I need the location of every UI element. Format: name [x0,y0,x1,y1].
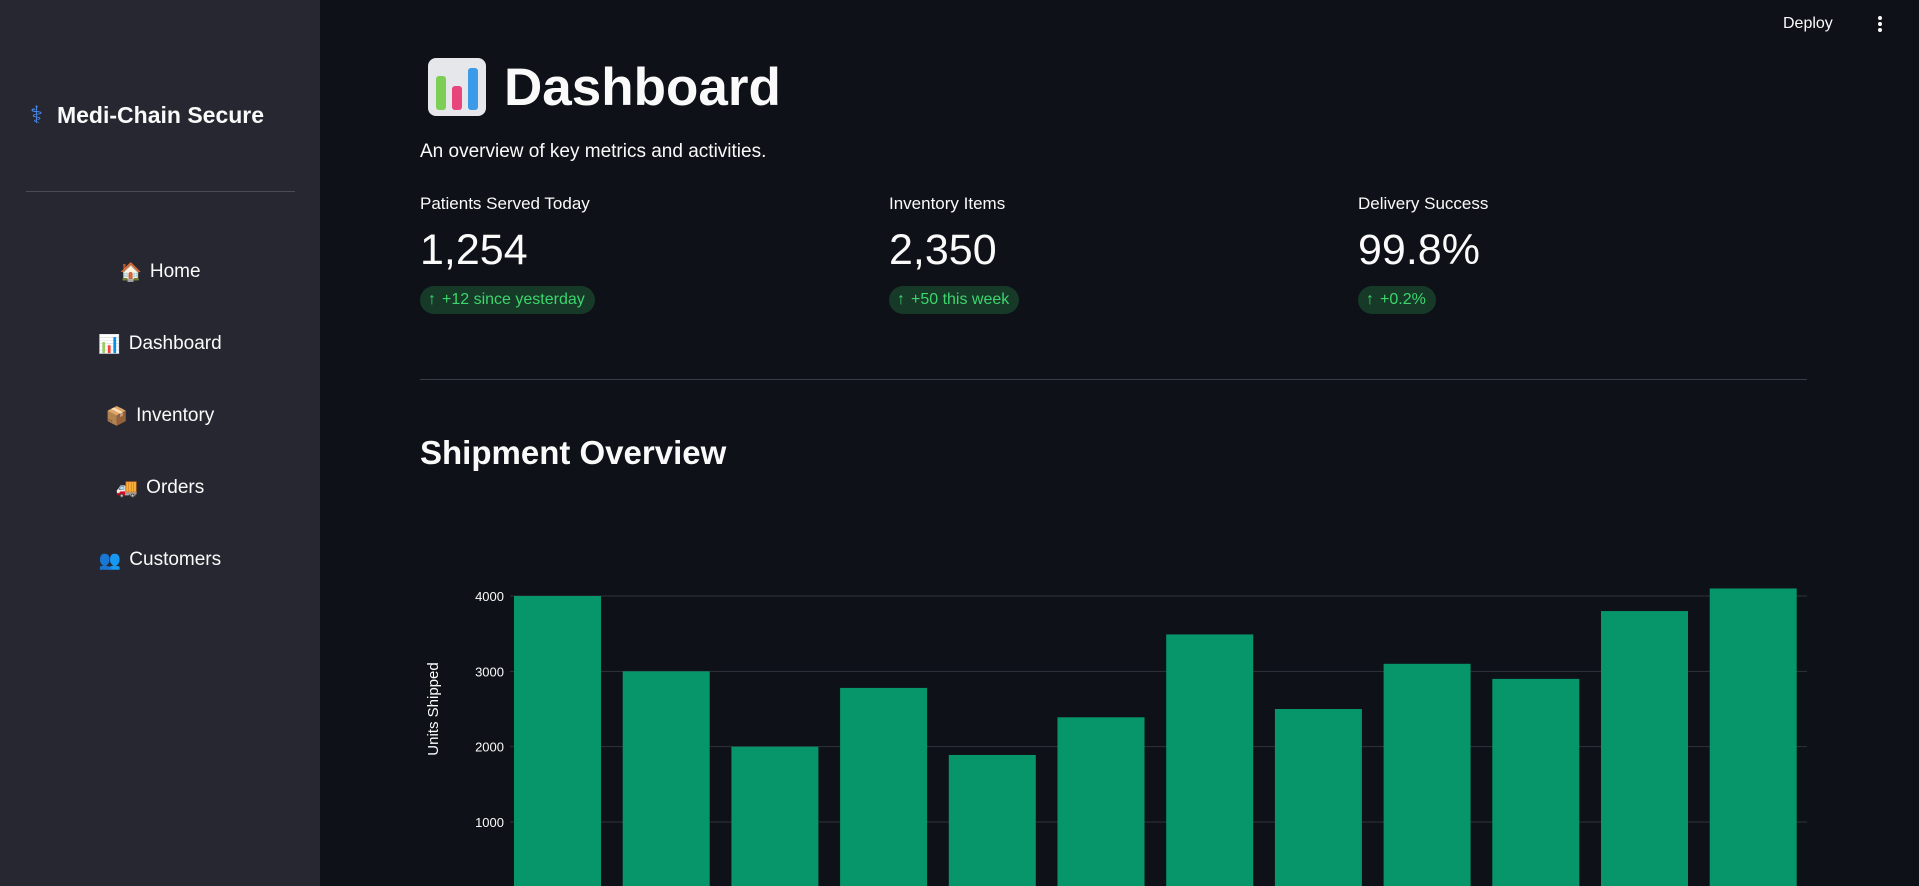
brand-name: Medi-Chain Secure [56,101,265,128]
metric-patients: Patients Served Today 1,254 ↑ +12 since … [420,194,840,314]
sidebar-item-customers[interactable]: 👥 Customers [0,524,320,596]
bar [1274,709,1362,886]
bar-chart-icon: 📊 [98,333,121,354]
brand: ⚕ Medi-Chain Secure [30,98,264,132]
sidebar-item-label: Customers [129,549,222,570]
truck-icon: 🚚 [115,477,139,498]
y-tick-label: 2000 [475,740,504,755]
deploy-button[interactable]: Deploy [1783,10,1833,38]
bar [514,596,601,886]
metric-delta: ↑ +50 this week [889,286,1020,314]
section-title: Shipment Overview [420,434,727,471]
y-axis-label: Units Shipped [425,662,442,755]
package-icon: 📦 [105,405,129,426]
y-tick-label: 3000 [475,664,504,679]
metric-label: Patients Served Today [420,194,590,213]
metric-delta-text: +12 since yesterday [442,291,585,308]
arrow-up-icon: ↑ [897,291,905,308]
shipment-chart: 1000 2000 3000 4000 Units Shipped [420,560,1807,886]
page-subtitle: An overview of key metrics and activitie… [420,141,767,162]
sidebar-item-home[interactable]: 🏠 Home [0,236,320,308]
metric-label: Inventory Items [889,194,1006,213]
sidebar-item-label: Orders [146,477,205,498]
metric-delta-text: +0.2% [1380,291,1426,308]
page-title: Dashboard [428,52,781,122]
shipment-bar-chart: 1000 2000 3000 4000 Units Shipped [425,588,1807,886]
caduceus-icon: ⚕ [30,101,43,129]
arrow-up-icon: ↑ [428,291,436,308]
metric-inventory: Inventory Items 2,350 ↑ +50 this week [889,194,1309,314]
users-icon: 👥 [98,549,122,570]
bar [731,746,819,886]
house-icon: 🏠 [119,261,142,282]
metric-delta-text: +50 this week [911,291,1010,308]
bar [622,671,710,886]
bar [1383,663,1471,886]
sidebar-item-label: Home [149,261,201,282]
bar [840,687,928,886]
more-menu-icon[interactable] [1872,12,1888,36]
page-title-text: Dashboard [504,57,781,117]
sidebar-item-orders[interactable]: 🚚 Orders [0,452,320,524]
bar [1492,678,1580,886]
metric-delta: ↑ +0.2% [1358,286,1436,314]
sidebar-divider [26,191,295,192]
bar [1709,588,1797,886]
bar [1166,634,1254,886]
bar-chart-icon [428,58,486,116]
metric-label: Delivery Success [1358,194,1489,213]
bar [1057,717,1145,886]
bar [1601,611,1688,886]
sidebar: ⚕ Medi-Chain Secure 🏠 Home 📊 Dashboard 📦… [0,0,320,886]
bar [948,754,1036,886]
sidebar-item-dashboard[interactable]: 📊 Dashboard [0,308,320,380]
sidebar-nav: 🏠 Home 📊 Dashboard 📦 Inventory 🚚 Orders … [0,236,320,596]
arrow-up-icon: ↑ [1366,291,1374,308]
metric-delta: ↑ +12 since yesterday [420,286,595,314]
metric-value: 99.8% [1358,226,1480,274]
metric-value: 1,254 [420,226,528,274]
y-tick-label: 1000 [475,815,504,830]
y-tick-label: 4000 [475,589,504,604]
metric-delivery: Delivery Success 99.8% ↑ +0.2% [1358,194,1778,314]
sidebar-item-label: Dashboard [128,333,222,354]
metric-value: 2,350 [889,226,997,274]
sidebar-item-label: Inventory [136,405,215,426]
sidebar-item-inventory[interactable]: 📦 Inventory [0,380,320,452]
section-divider [420,379,1807,380]
